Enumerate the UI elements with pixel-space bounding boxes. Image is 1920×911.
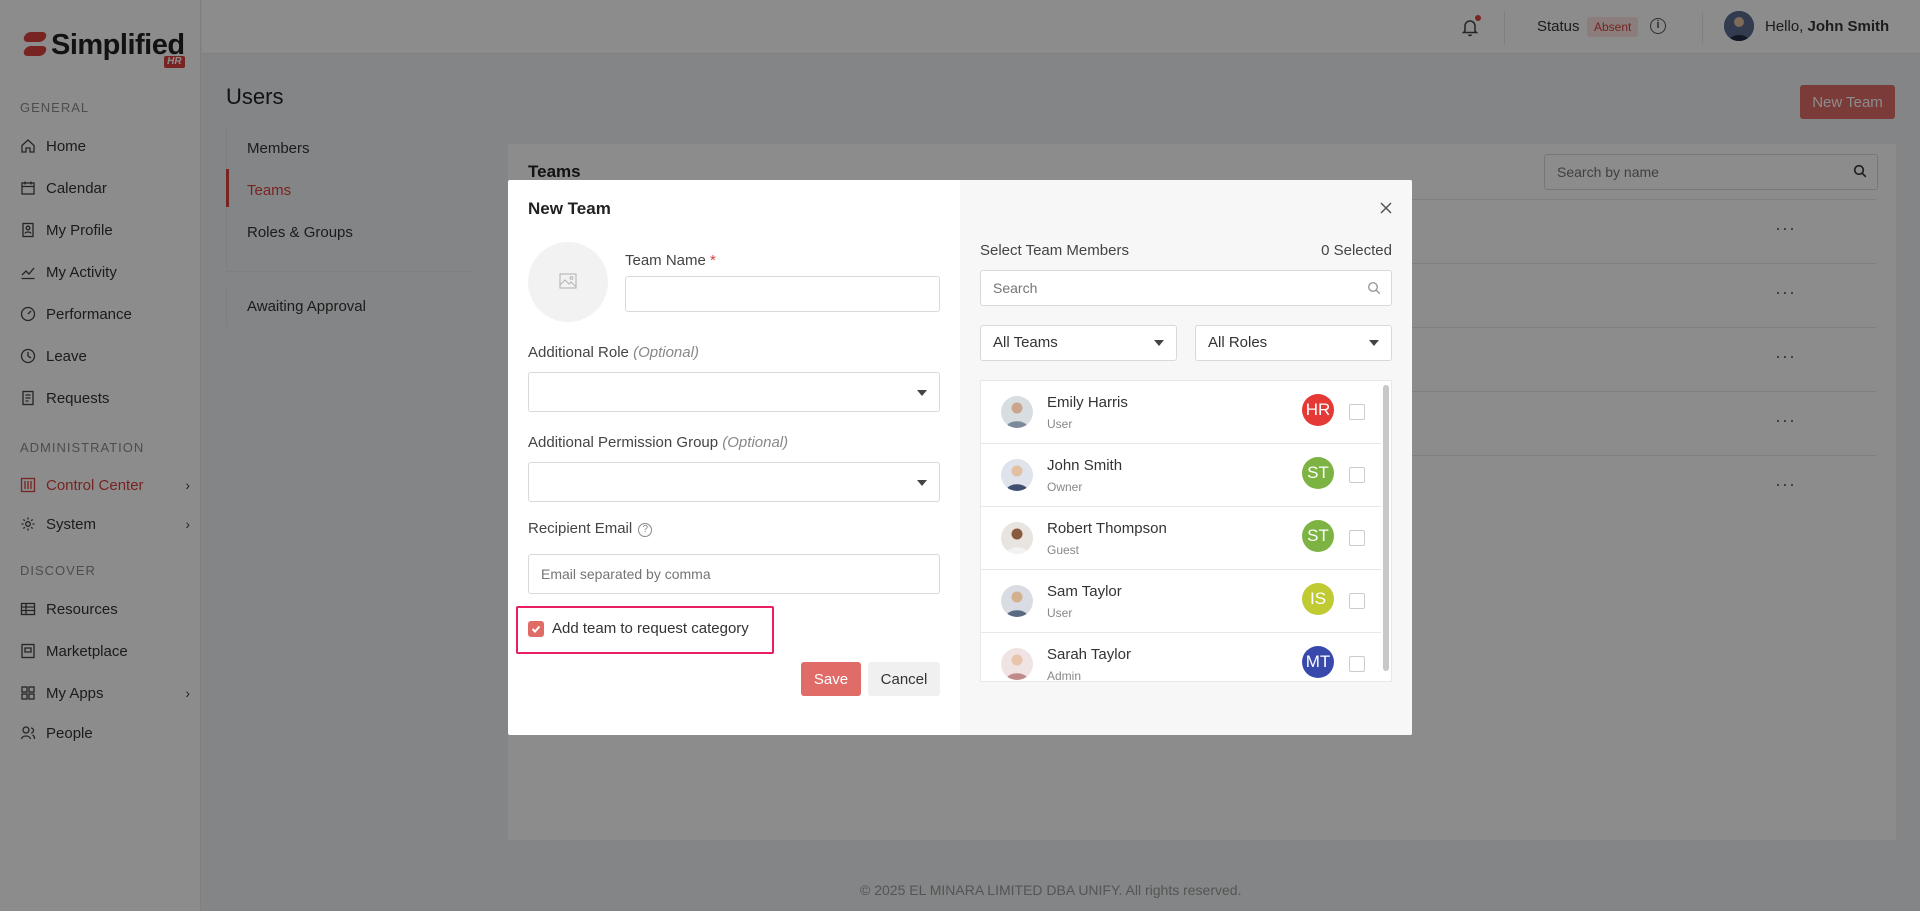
- team-badge: HR: [1302, 394, 1334, 426]
- caret-down-icon: [1369, 340, 1379, 346]
- cancel-button[interactable]: Cancel: [868, 662, 940, 696]
- avatar: [1001, 648, 1033, 680]
- member-role: Guest: [1047, 543, 1080, 557]
- member-name: John Smith: [1047, 457, 1123, 474]
- team-image-upload[interactable]: [528, 242, 608, 322]
- member-checkbox[interactable]: [1349, 656, 1365, 672]
- recipient-email-field[interactable]: [528, 554, 940, 594]
- help-icon[interactable]: ?: [638, 523, 653, 537]
- search-icon[interactable]: [1367, 281, 1381, 295]
- member-checkbox[interactable]: [1349, 593, 1365, 609]
- team-badge: ST: [1302, 520, 1334, 552]
- teams-filter-value: All Teams: [993, 334, 1058, 351]
- member-role: Admin: [1047, 669, 1082, 682]
- additional-role-label-text: Additional Role: [528, 344, 629, 361]
- modal-title: New Team: [528, 199, 611, 218]
- member-name: Sam Taylor: [1047, 583, 1122, 600]
- new-team-modal: New Team Team Name * Additional Role (Op…: [508, 180, 1412, 735]
- team-badge: IS: [1302, 583, 1334, 615]
- member-search-input[interactable]: [981, 271, 1351, 305]
- teams-filter-select[interactable]: All Teams: [980, 325, 1177, 361]
- team-badge: MT: [1302, 646, 1334, 678]
- optional-text: (Optional): [722, 434, 789, 451]
- additional-permission-label-text: Additional Permission Group: [528, 434, 719, 451]
- member-checkbox[interactable]: [1349, 467, 1365, 483]
- member-list: Emily Harris User HR John Smith Owner ST…: [980, 380, 1392, 682]
- image-icon: [559, 272, 577, 292]
- scrollbar-thumb[interactable]: [1383, 385, 1389, 671]
- member-name: Emily Harris: [1047, 394, 1128, 411]
- team-name-field[interactable]: [625, 276, 940, 312]
- additional-role-label: Additional Role (Optional): [528, 344, 699, 361]
- recipient-email-label-text: Recipient Email: [528, 520, 633, 537]
- team-badge: ST: [1302, 457, 1334, 489]
- modal-form: New Team Team Name * Additional Role (Op…: [508, 180, 960, 735]
- member-search[interactable]: [980, 270, 1392, 306]
- optional-text: (Optional): [633, 344, 699, 361]
- recipient-email-input[interactable]: [529, 555, 939, 593]
- member-checkbox[interactable]: [1349, 404, 1365, 420]
- member-list-scrollbar[interactable]: [1383, 381, 1389, 681]
- avatar: [1001, 522, 1033, 554]
- list-item[interactable]: Sam Taylor User IS: [981, 570, 1381, 633]
- required-mark: *: [710, 252, 716, 269]
- avatar: [1001, 396, 1033, 428]
- list-item[interactable]: Emily Harris User HR: [981, 381, 1381, 444]
- selected-count: 0 Selected: [1321, 242, 1392, 259]
- list-item[interactable]: Robert Thompson Guest ST: [981, 507, 1381, 570]
- additional-permission-label: Additional Permission Group (Optional): [528, 434, 788, 451]
- roles-filter-select[interactable]: All Roles: [1195, 325, 1392, 361]
- member-role: Owner: [1047, 480, 1083, 494]
- team-name-label-text: Team Name: [625, 252, 706, 269]
- save-button[interactable]: Save: [801, 662, 861, 696]
- avatar: [1001, 585, 1033, 617]
- list-item[interactable]: Sarah Taylor Admin MT: [981, 633, 1381, 682]
- caret-down-icon: [1154, 340, 1164, 346]
- additional-role-select[interactable]: [528, 372, 940, 412]
- avatar: [1001, 459, 1033, 491]
- member-selector: Select Team Members 0 Selected All Teams…: [960, 180, 1412, 735]
- recipient-email-label: Recipient Email?: [528, 520, 653, 537]
- caret-down-icon: [917, 480, 927, 486]
- roles-filter-value: All Roles: [1208, 334, 1268, 351]
- checkbox-label: Add team to request category: [552, 620, 749, 637]
- caret-down-icon: [917, 390, 927, 396]
- list-item[interactable]: John Smith Owner ST: [981, 444, 1381, 507]
- request-category-checkbox[interactable]: [528, 620, 544, 637]
- team-name-input[interactable]: [626, 277, 939, 311]
- member-name: Robert Thompson: [1047, 520, 1167, 537]
- member-role: User: [1047, 606, 1073, 620]
- member-name: Sarah Taylor: [1047, 646, 1131, 663]
- select-members-label: Select Team Members: [980, 242, 1129, 259]
- member-role: User: [1047, 417, 1073, 431]
- additional-permission-select[interactable]: [528, 462, 940, 502]
- close-icon[interactable]: [1378, 200, 1394, 216]
- request-category-checkbox-row[interactable]: Add team to request category: [528, 620, 749, 637]
- team-name-label: Team Name *: [625, 252, 716, 269]
- member-checkbox[interactable]: [1349, 530, 1365, 546]
